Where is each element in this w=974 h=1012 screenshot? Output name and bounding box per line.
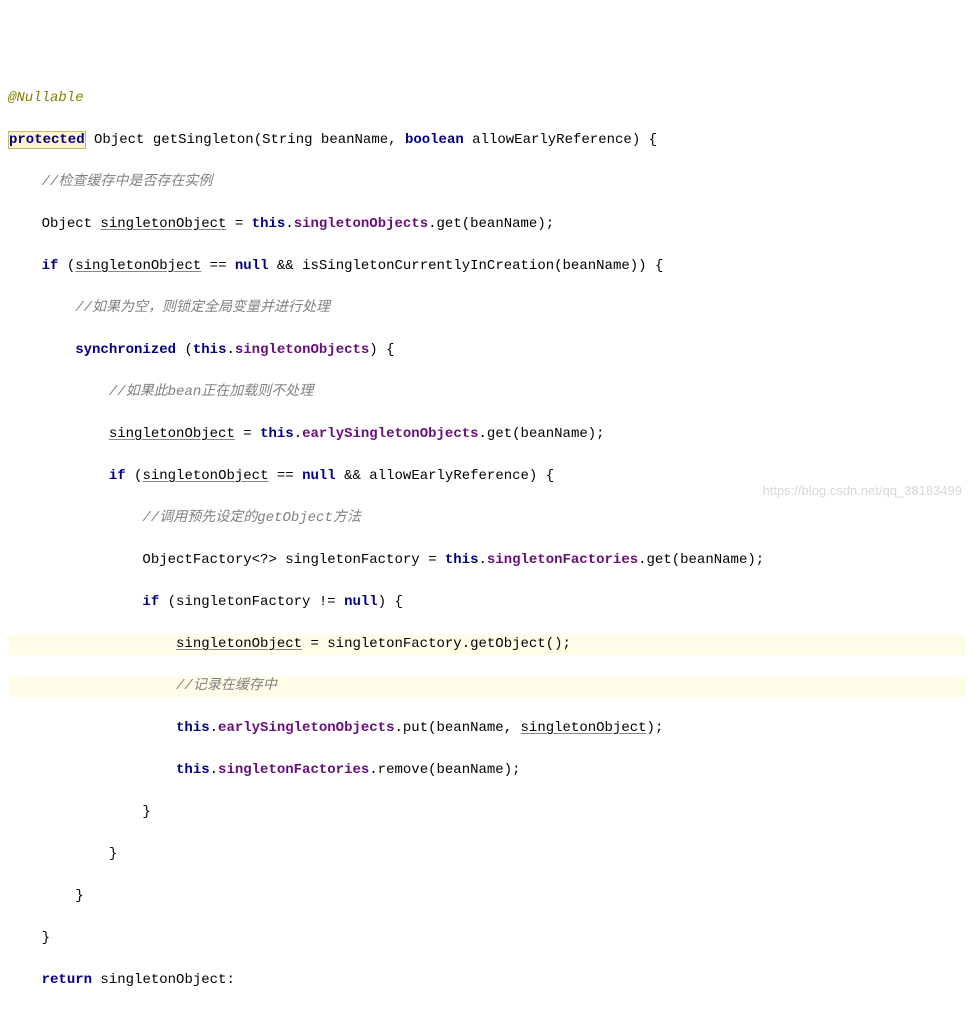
keyword-null: null — [235, 258, 269, 274]
code-line: //如果此bean正在加载则不处理 — [8, 382, 966, 403]
field: singletonObjects — [294, 216, 428, 232]
dot: . — [285, 216, 293, 232]
text: == — [268, 468, 302, 484]
variable: singletonObject — [142, 468, 268, 484]
text: ( — [126, 468, 143, 484]
text: ) { — [369, 342, 394, 358]
field: earlySingletonObjects — [302, 426, 478, 442]
code-line: synchronized (this.singletonObjects) { — [8, 340, 966, 361]
text: = — [235, 426, 260, 442]
keyword-protected: protected — [8, 131, 86, 149]
watermark: https://blog.csdn.net/qq_38183499 — [763, 481, 963, 501]
param: allowEarlyReference — [472, 132, 632, 148]
variable: singletonObject — [100, 216, 226, 232]
text: ) { — [378, 594, 403, 610]
comment: //如果此bean正在加载则不处理 — [109, 384, 313, 400]
brace: } — [109, 846, 117, 862]
keyword-this: this — [445, 552, 479, 568]
dot: . — [210, 762, 218, 778]
text: = — [226, 216, 251, 232]
keyword-return: return — [42, 972, 92, 988]
comment: //如果为空，则锁定全局变量并进行处理 — [75, 300, 330, 316]
text: .remove(beanName); — [369, 762, 520, 778]
dot: . — [226, 342, 234, 358]
keyword-this: this — [252, 216, 286, 232]
keyword-this: this — [193, 342, 227, 358]
text: .get(beanName); — [638, 552, 764, 568]
text: (singletonFactory != — [159, 594, 344, 610]
annotation: @Nullable — [8, 90, 84, 106]
text: == — [201, 258, 235, 274]
code-line-highlighted: singletonObject = singletonFactory.getOb… — [8, 634, 966, 655]
keyword-synchronized: synchronized — [75, 342, 176, 358]
text: .get(beanName); — [479, 426, 605, 442]
text: Object — [42, 216, 101, 232]
text: ( — [58, 258, 75, 274]
code-line-highlighted: //记录在缓存中 — [8, 676, 966, 697]
code-line: } — [8, 844, 966, 865]
code-line: Object singletonObject = this.singletonO… — [8, 214, 966, 235]
code-line: protected Object getSingleton(String bea… — [8, 130, 966, 151]
text: && allowEarlyReference) { — [336, 468, 554, 484]
code-line: this.earlySingletonObjects.put(beanName,… — [8, 718, 966, 739]
comma: , — [388, 132, 405, 148]
brace: } — [75, 888, 83, 904]
field: singletonFactories — [487, 552, 638, 568]
code-line: if (singletonFactory != null) { — [8, 592, 966, 613]
dot: . — [210, 720, 218, 736]
comment: //检查缓存中是否存在实例 — [42, 174, 213, 190]
code-line: //如果为空，则锁定全局变量并进行处理 — [8, 298, 966, 319]
text: ( — [176, 342, 193, 358]
field: earlySingletonObjects — [218, 720, 394, 736]
text: = singletonFactory.getObject(); — [302, 636, 571, 652]
method-name: getSingleton — [153, 132, 254, 148]
code-line: //检查缓存中是否存在实例 — [8, 172, 966, 193]
keyword-if: if — [42, 258, 59, 274]
variable: singletonObject — [521, 720, 647, 736]
type: Object — [94, 132, 144, 148]
text: ); — [647, 720, 664, 736]
variable: singletonObject — [75, 258, 201, 274]
keyword-this: this — [176, 762, 210, 778]
keyword-null: null — [344, 594, 378, 610]
comment: //调用预先设定的getObject方法 — [142, 510, 360, 526]
keyword-if: if — [142, 594, 159, 610]
field: singletonFactories — [218, 762, 369, 778]
field: singletonObjects — [235, 342, 369, 358]
code-line: } — [8, 802, 966, 823]
code-line: if (singletonObject == null && isSinglet… — [8, 256, 966, 277]
code-line: this.singletonFactories.remove(beanName)… — [8, 760, 966, 781]
code-line: } — [8, 886, 966, 907]
code-line: //调用预先设定的getObject方法 — [8, 508, 966, 529]
paren: ( — [254, 132, 262, 148]
brace: } — [142, 804, 150, 820]
text: ObjectFactory<?> singletonFactory = — [142, 552, 444, 568]
code-line: singletonObject = this.earlySingletonObj… — [8, 424, 966, 445]
keyword-boolean: boolean — [405, 132, 464, 148]
variable: singletonObject — [109, 426, 235, 442]
dot: . — [294, 426, 302, 442]
keyword-if: if — [109, 468, 126, 484]
text: .put(beanName, — [394, 720, 520, 736]
text: .get(beanName); — [428, 216, 554, 232]
type: String — [262, 132, 312, 148]
brace: } — [42, 930, 50, 946]
variable: singletonObject — [176, 636, 302, 652]
comment: //记录在缓存中 — [176, 678, 277, 694]
dot: . — [478, 552, 486, 568]
keyword-null: null — [302, 468, 336, 484]
code-line: ObjectFactory<?> singletonFactory = this… — [8, 550, 966, 571]
code-line: return singletonObject: — [8, 970, 966, 991]
keyword-this: this — [260, 426, 294, 442]
code-line: @Nullable — [8, 88, 966, 109]
param: beanName — [321, 132, 388, 148]
text: && isSingletonCurrentlyInCreation(beanNa… — [268, 258, 663, 274]
brace: ) { — [632, 132, 657, 148]
text: singletonObject: — [92, 972, 235, 988]
keyword-this: this — [176, 720, 210, 736]
code-line: } — [8, 928, 966, 949]
